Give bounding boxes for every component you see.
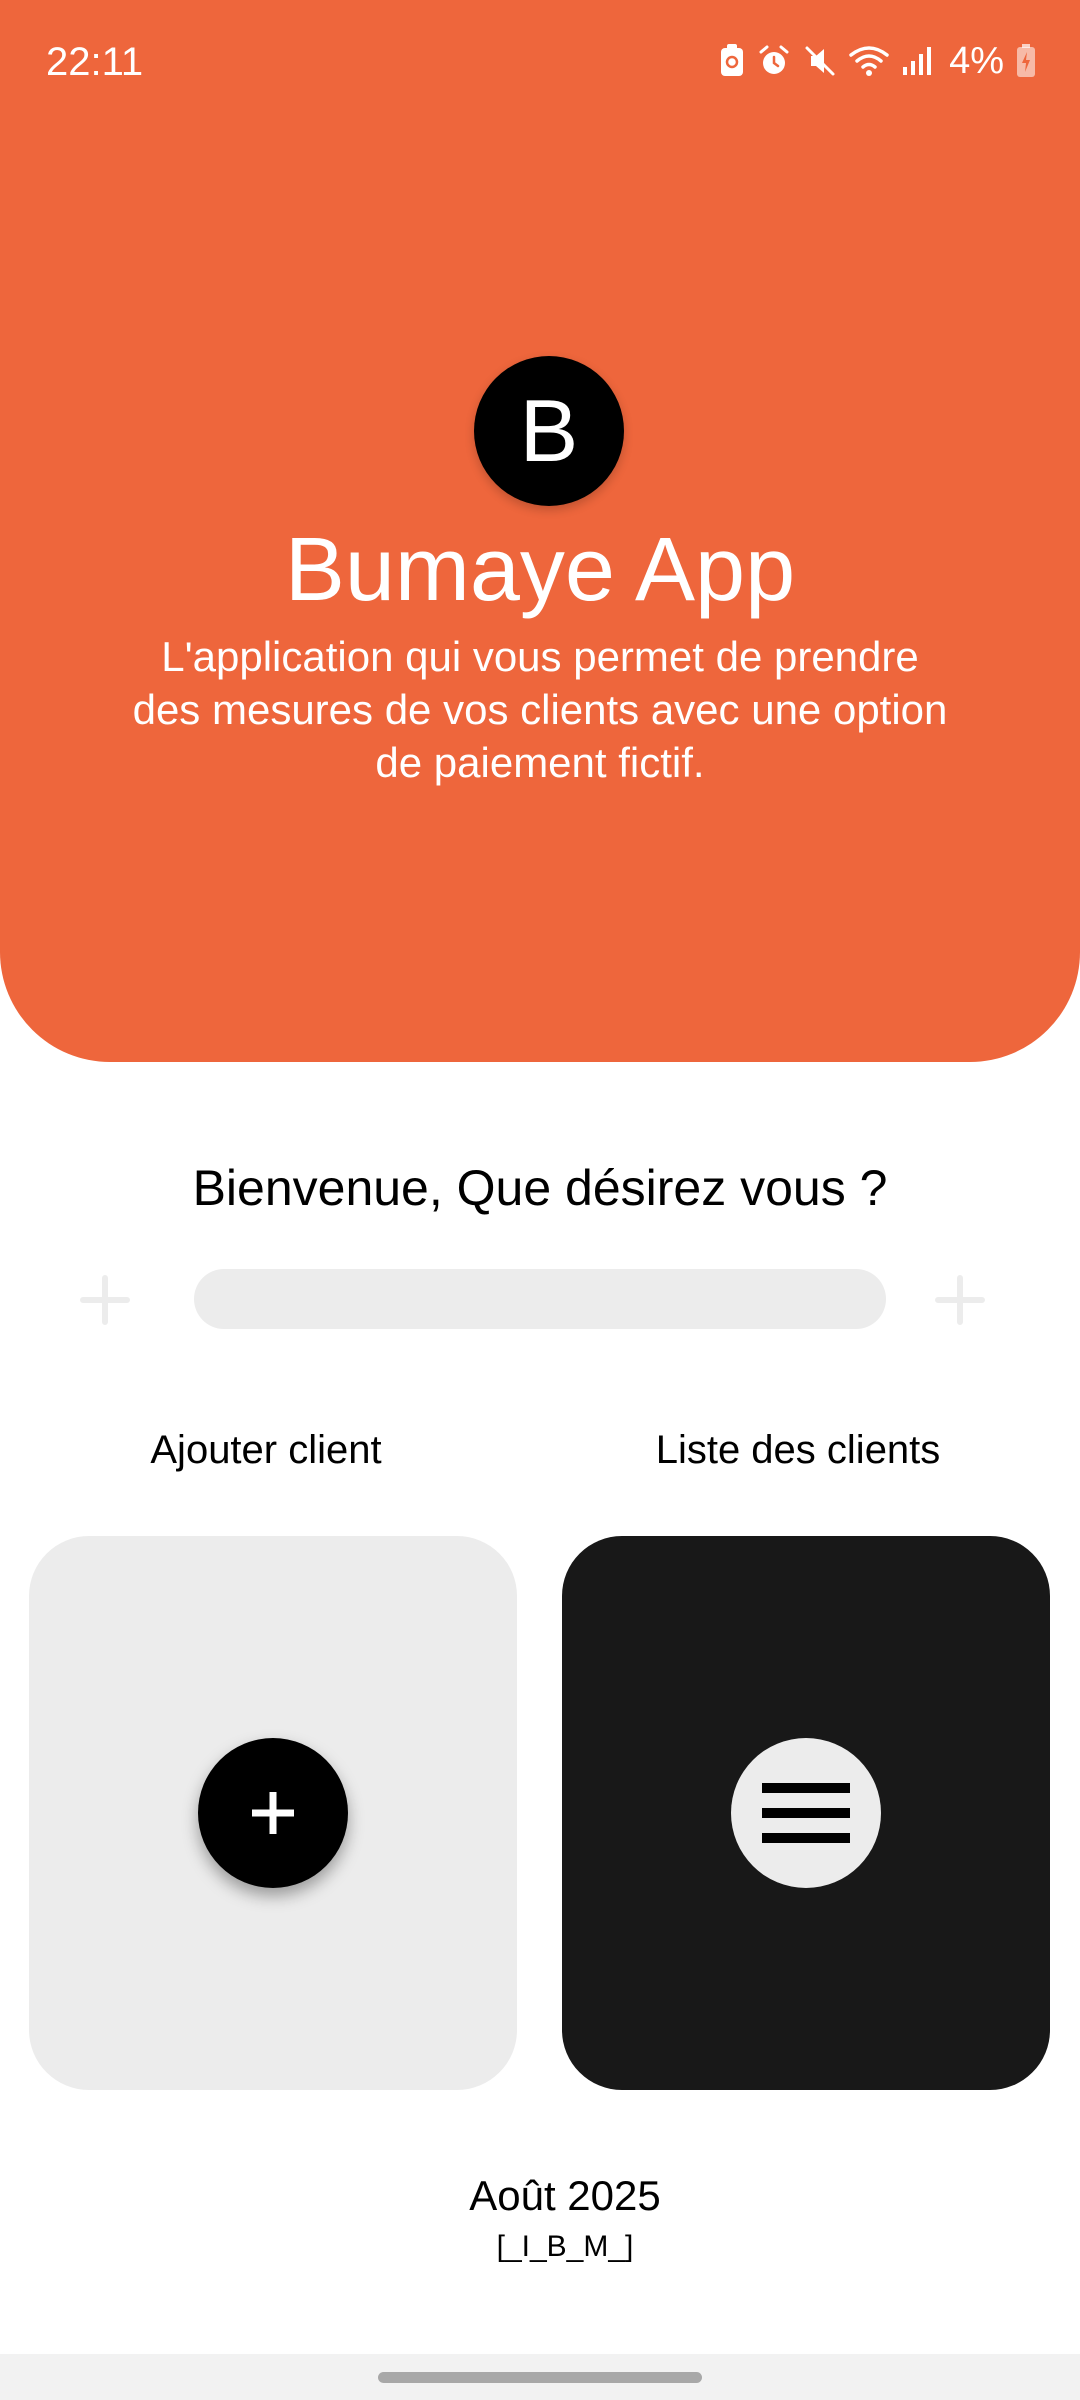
client-list-label: Liste des clients <box>655 1428 941 1472</box>
status-bar: 22:11 4% <box>0 0 1080 120</box>
battery-percent: 4% <box>949 40 1004 82</box>
app-description: L'application qui vous permet de prendre… <box>132 633 948 786</box>
signal-icon <box>901 45 933 77</box>
welcome-heading: Bienvenue, Que désirez vous ? <box>192 1160 888 1216</box>
app-logo: B <box>474 356 624 506</box>
status-icons: 4% <box>719 36 1036 86</box>
app-title: Bumaye App <box>284 520 796 620</box>
add-client-button[interactable] <box>198 1738 348 1888</box>
system-navigation-bar <box>0 2354 1080 2400</box>
status-time: 22:11 <box>46 40 144 84</box>
plus-decoration-icon <box>935 1275 985 1325</box>
wifi-icon <box>849 45 889 77</box>
plus-icon <box>252 1792 294 1834</box>
mute-icon <box>803 44 837 78</box>
alarm-icon <box>757 44 791 78</box>
footer-signature: [_I_B_M_] <box>496 2230 634 2263</box>
usb-debug-icon <box>719 44 745 78</box>
client-list-button[interactable] <box>731 1738 881 1888</box>
battery-charging-icon <box>1016 44 1036 78</box>
footer-date: Août 2025 <box>469 2172 661 2219</box>
decorative-pill-bar <box>194 1269 886 1329</box>
client-list-card[interactable] <box>562 1536 1050 2090</box>
plus-decoration-icon <box>80 1275 130 1325</box>
add-client-card[interactable] <box>29 1536 517 2090</box>
home-indicator[interactable] <box>378 2372 702 2383</box>
add-client-label: Ajouter client <box>150 1428 382 1472</box>
menu-icon <box>762 1783 850 1843</box>
